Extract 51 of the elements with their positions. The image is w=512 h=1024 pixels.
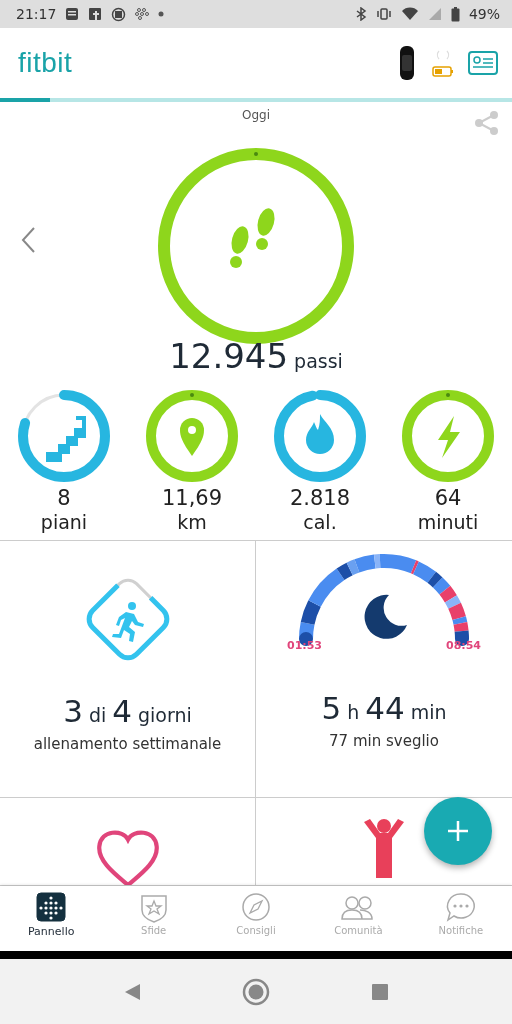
battery-percentage: 49% xyxy=(468,6,500,22)
exercise-days: 4 xyxy=(112,693,132,729)
sleep-caption: 77 min sveglio xyxy=(329,732,439,750)
sleep-duration: h xyxy=(347,701,360,723)
nav-tab[interactable]: Comunità xyxy=(307,886,410,951)
nav-tab[interactable]: Pannello xyxy=(0,886,103,951)
wifi-icon xyxy=(400,7,419,21)
sleep-end-time: 08:54 xyxy=(446,639,481,652)
notification-icon xyxy=(135,7,150,21)
stat-value: 2.818 xyxy=(289,486,351,510)
steps-unit: passi xyxy=(294,350,343,372)
exercise-days: 3 xyxy=(63,693,83,729)
exercise-caption: allenamento settimanale xyxy=(33,735,222,753)
exercise-days: giorni xyxy=(138,704,192,726)
bluetooth-icon xyxy=(354,7,367,21)
tracker-battery-icon xyxy=(432,48,454,78)
vibrate-icon xyxy=(375,7,392,21)
stat-label: minuti xyxy=(417,510,479,534)
sleep-duration: min xyxy=(410,701,447,723)
steps-count: 12.945 xyxy=(169,336,289,376)
recents-icon[interactable] xyxy=(370,982,390,1002)
nav-tab[interactable]: Sfide xyxy=(102,886,205,951)
signal-icon xyxy=(427,7,442,21)
home-icon[interactable] xyxy=(242,978,270,1006)
battery-icon xyxy=(450,6,460,22)
stat-label: km xyxy=(177,510,207,534)
nav-tab[interactable]: Consigli xyxy=(204,886,308,951)
more-notifications-icon xyxy=(158,11,165,17)
notification-icon xyxy=(65,7,80,21)
nav-tab[interactable]: Notifiche xyxy=(409,886,512,951)
sleep-duration: 5 xyxy=(321,690,342,726)
notification-icon xyxy=(88,7,103,21)
sleep-start-time: 01:53 xyxy=(287,639,322,652)
notification-icon xyxy=(111,6,127,22)
status-time: 21:17 xyxy=(16,6,57,22)
compass-icon xyxy=(239,892,273,923)
stat-label: piani xyxy=(40,510,88,534)
app-logo: fitbit xyxy=(18,47,74,79)
exercise-days: di xyxy=(88,704,107,726)
date-label: Oggi xyxy=(242,108,270,122)
stat-value: 64 xyxy=(434,486,462,510)
person-icon xyxy=(362,818,406,878)
stat-value: 8 xyxy=(57,486,71,510)
plus-icon xyxy=(447,820,469,842)
dashboard-icon xyxy=(34,892,69,923)
stat-value: 11,69 xyxy=(161,486,223,510)
add-button[interactable] xyxy=(424,797,492,865)
share-icon[interactable] xyxy=(474,110,500,136)
profile-card-icon[interactable] xyxy=(468,51,498,75)
sleep-duration: 44 xyxy=(365,690,405,726)
stat-label: cal. xyxy=(303,510,337,534)
